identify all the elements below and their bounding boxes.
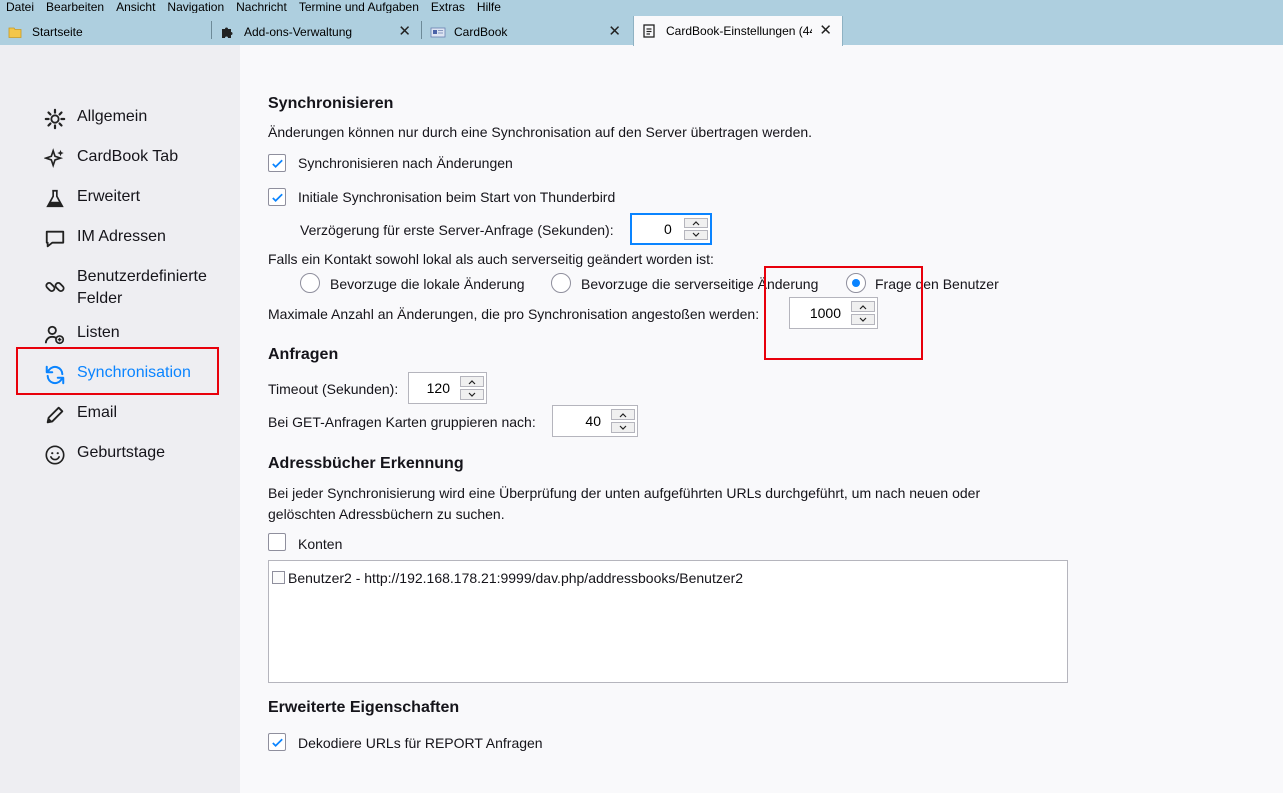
timeout-label: Timeout (Sekunden): xyxy=(268,381,399,397)
sidebar-item-benutzerdefinierte-felder[interactable]: Benutzerdefinierte Felder xyxy=(44,266,214,310)
tab-cardbook-settings[interactable]: CardBook-Einstellungen (44 ✕ xyxy=(633,16,843,46)
conflict-label: Falls ein Kontakt sowohl lokal als auch … xyxy=(268,251,714,267)
group-stepper[interactable]: 40 xyxy=(552,405,638,437)
cardbook-icon xyxy=(430,25,446,39)
close-icon[interactable]: ✕ xyxy=(398,24,411,39)
decode-urls-checkbox[interactable] xyxy=(268,733,286,751)
chat-icon xyxy=(44,228,66,250)
smiley-icon xyxy=(44,444,66,466)
highlight-box xyxy=(16,347,219,395)
chevron-down-icon xyxy=(692,232,700,237)
delay-stepper[interactable]: 0 xyxy=(630,213,712,245)
menu-hilfe[interactable]: Hilfe xyxy=(477,1,501,13)
settings-sidebar: Allgemein CardBook Tab Erweitert IM Adre… xyxy=(0,45,240,793)
menu-ansicht[interactable]: Ansicht xyxy=(116,1,155,13)
sidebar-item-allgemein[interactable]: Allgemein xyxy=(44,108,147,130)
settings-content: Synchronisieren Änderungen können nur du… xyxy=(240,45,1283,793)
max-changes-label: Maximale Anzahl an Änderungen, die pro S… xyxy=(268,306,760,322)
sidebar-item-label: IM Adressen xyxy=(77,228,166,245)
initial-sync-label[interactable]: Initiale Synchronisation beim Start von … xyxy=(298,189,615,205)
users-icon xyxy=(44,324,66,346)
radio-prefer-local-label[interactable]: Bevorzuge die lokale Änderung xyxy=(330,276,525,292)
tab-label: CardBook xyxy=(454,25,508,39)
timeout-stepper[interactable]: 120 xyxy=(408,372,487,404)
chevron-up-icon xyxy=(619,412,627,417)
sidebar-item-label: Allgemein xyxy=(77,108,148,125)
sidebar-item-label: Listen xyxy=(77,324,120,341)
group-value[interactable]: 40 xyxy=(553,406,609,436)
sidebar-item-erweitert[interactable]: Erweitert xyxy=(44,188,140,210)
chevron-up-icon xyxy=(692,221,700,226)
group-label: Bei GET-Anfragen Karten gruppieren nach: xyxy=(268,414,536,430)
delay-label: Verzögerung für erste Server-Anfrage (Se… xyxy=(300,222,614,238)
sparkle-icon xyxy=(44,148,66,170)
accounts-checkbox[interactable] xyxy=(268,533,286,551)
menubar: Datei Bearbeiten Ansicht Navigation Nach… xyxy=(0,0,1283,13)
sync-after-changes-checkbox[interactable] xyxy=(268,154,286,172)
chevron-down-icon xyxy=(619,425,627,430)
sidebar-item-label: Erweitert xyxy=(77,188,141,205)
stepper-down-button[interactable] xyxy=(611,422,635,433)
link-icon xyxy=(44,276,66,298)
sidebar-item-label: Geburtstage xyxy=(77,444,166,461)
menu-navigation[interactable]: Navigation xyxy=(167,1,224,13)
url-list-item[interactable]: Benutzer2 - http://192.168.178.21:9999/d… xyxy=(288,570,743,586)
radio-prefer-server[interactable] xyxy=(551,273,571,293)
chevron-down-icon xyxy=(468,392,476,397)
menu-nachricht[interactable]: Nachricht xyxy=(236,1,287,13)
highlight-box xyxy=(764,266,923,360)
tab-startseite[interactable]: Startseite xyxy=(0,19,210,45)
timeout-value[interactable]: 120 xyxy=(409,373,458,403)
menu-termine[interactable]: Termine und Aufgaben xyxy=(299,1,419,13)
decode-urls-label[interactable]: Dekodiere URLs für REPORT Anfragen xyxy=(298,735,543,751)
stepper-up-button[interactable] xyxy=(684,218,708,228)
radio-prefer-local[interactable] xyxy=(300,273,320,293)
sidebar-item-label: Benutzerdefinierte Felder xyxy=(77,268,207,307)
section-title-requests: Anfragen xyxy=(268,346,339,363)
tab-bar: Startseite Add-ons-Verwaltung ✕ CardBook… xyxy=(0,13,1283,46)
stepper-down-button[interactable] xyxy=(460,389,484,400)
section-title-advanced: Erweiterte Eigenschaften xyxy=(268,699,460,716)
section-title-sync: Synchronisieren xyxy=(268,95,394,112)
sidebar-item-geburtstage[interactable]: Geburtstage xyxy=(44,444,165,466)
close-icon[interactable]: ✕ xyxy=(819,23,832,38)
sync-after-changes-label[interactable]: Synchronisieren nach Änderungen xyxy=(298,155,513,171)
initial-sync-checkbox[interactable] xyxy=(268,188,286,206)
section-title-discovery: Adressbücher Erkennung xyxy=(268,455,464,472)
tab-label: Startseite xyxy=(32,25,83,39)
tab-cardbook[interactable]: CardBook ✕ xyxy=(422,19,631,45)
delay-value[interactable]: 0 xyxy=(632,215,682,243)
folder-icon xyxy=(8,25,22,39)
menu-datei[interactable]: Datei xyxy=(6,1,34,13)
discovery-description-line2: gelöschten Adressbüchern zu suchen. xyxy=(268,506,505,522)
stepper-up-button[interactable] xyxy=(611,409,635,420)
sidebar-item-label: CardBook Tab xyxy=(77,148,179,165)
sidebar-item-listen[interactable]: Listen xyxy=(44,324,120,346)
tab-label: Add-ons-Verwaltung xyxy=(244,25,353,39)
tab-label: CardBook-Einstellungen (44 xyxy=(666,24,812,38)
puzzle-icon xyxy=(220,25,234,39)
chevron-up-icon xyxy=(468,379,476,384)
sidebar-item-cardbook-tab[interactable]: CardBook Tab xyxy=(44,148,178,170)
gear-icon xyxy=(44,108,66,130)
flask-icon xyxy=(44,188,66,210)
sync-description: Änderungen können nur durch eine Synchro… xyxy=(268,124,813,140)
sidebar-item-im-adressen[interactable]: IM Adressen xyxy=(44,228,166,250)
stepper-down-button[interactable] xyxy=(684,230,708,240)
pencil-icon xyxy=(44,404,66,426)
stepper-up-button[interactable] xyxy=(460,376,484,387)
tab-addons[interactable]: Add-ons-Verwaltung ✕ xyxy=(212,19,421,45)
discovery-description-line1: Bei jeder Synchronisierung wird eine Übe… xyxy=(268,485,981,501)
url-list-item-checkbox[interactable] xyxy=(272,571,285,584)
url-list[interactable]: Benutzer2 - http://192.168.178.21:9999/d… xyxy=(268,560,1068,683)
accounts-label[interactable]: Konten xyxy=(298,536,342,552)
sidebar-item-email[interactable]: Email xyxy=(44,404,117,426)
close-icon[interactable]: ✕ xyxy=(608,24,621,39)
document-icon xyxy=(642,24,656,38)
sidebar-item-label: Email xyxy=(77,404,118,421)
menu-bearbeiten[interactable]: Bearbeiten xyxy=(46,1,104,13)
menu-extras[interactable]: Extras xyxy=(431,1,465,13)
